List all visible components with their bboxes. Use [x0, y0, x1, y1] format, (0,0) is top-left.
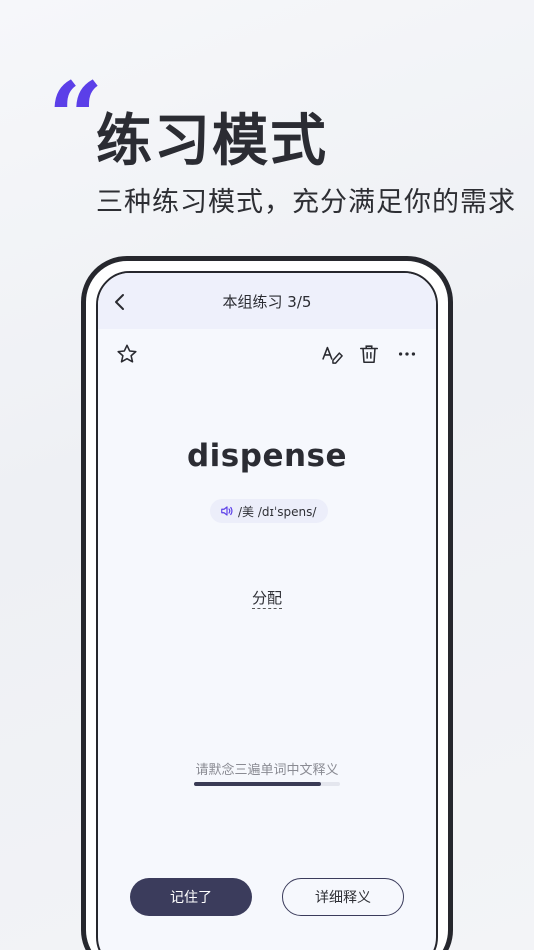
spell-icon[interactable]	[321, 343, 343, 365]
meaning-text: 分配	[251, 589, 282, 609]
progress-bar	[194, 782, 340, 786]
progress-fill	[194, 782, 322, 786]
page-title: 本组练习 3/5	[222, 292, 312, 311]
navbar: 本组练习 3/5	[98, 273, 436, 329]
toolbar	[98, 329, 436, 379]
hero-title: 练习模式	[96, 109, 328, 174]
hint-text: 请默念三遍单词中文释义	[195, 763, 339, 778]
star-icon[interactable]	[116, 343, 138, 365]
phonetic-text: /美 /dɪˈspens/	[238, 504, 317, 519]
quote-mark: “	[48, 61, 104, 174]
details-button[interactable]: 详细释义	[282, 878, 404, 916]
phone-screen: 本组练习 3/5 dispense /美 /dɪˈspens/ 分配 请默念三遍…	[96, 271, 438, 950]
remembered-button[interactable]: 记住了	[130, 878, 252, 916]
pronunciation-button[interactable]: /美 /dɪˈspens/	[210, 499, 329, 523]
back-icon[interactable]	[112, 293, 128, 311]
meaning: 分配	[98, 587, 436, 609]
speaker-icon	[221, 506, 233, 516]
hero-subtitle: 三种练习模式，充分满足你的需求	[96, 187, 516, 218]
more-icon[interactable]	[396, 343, 418, 365]
trash-icon[interactable]	[358, 343, 380, 365]
word-text: dispense	[186, 438, 348, 474]
